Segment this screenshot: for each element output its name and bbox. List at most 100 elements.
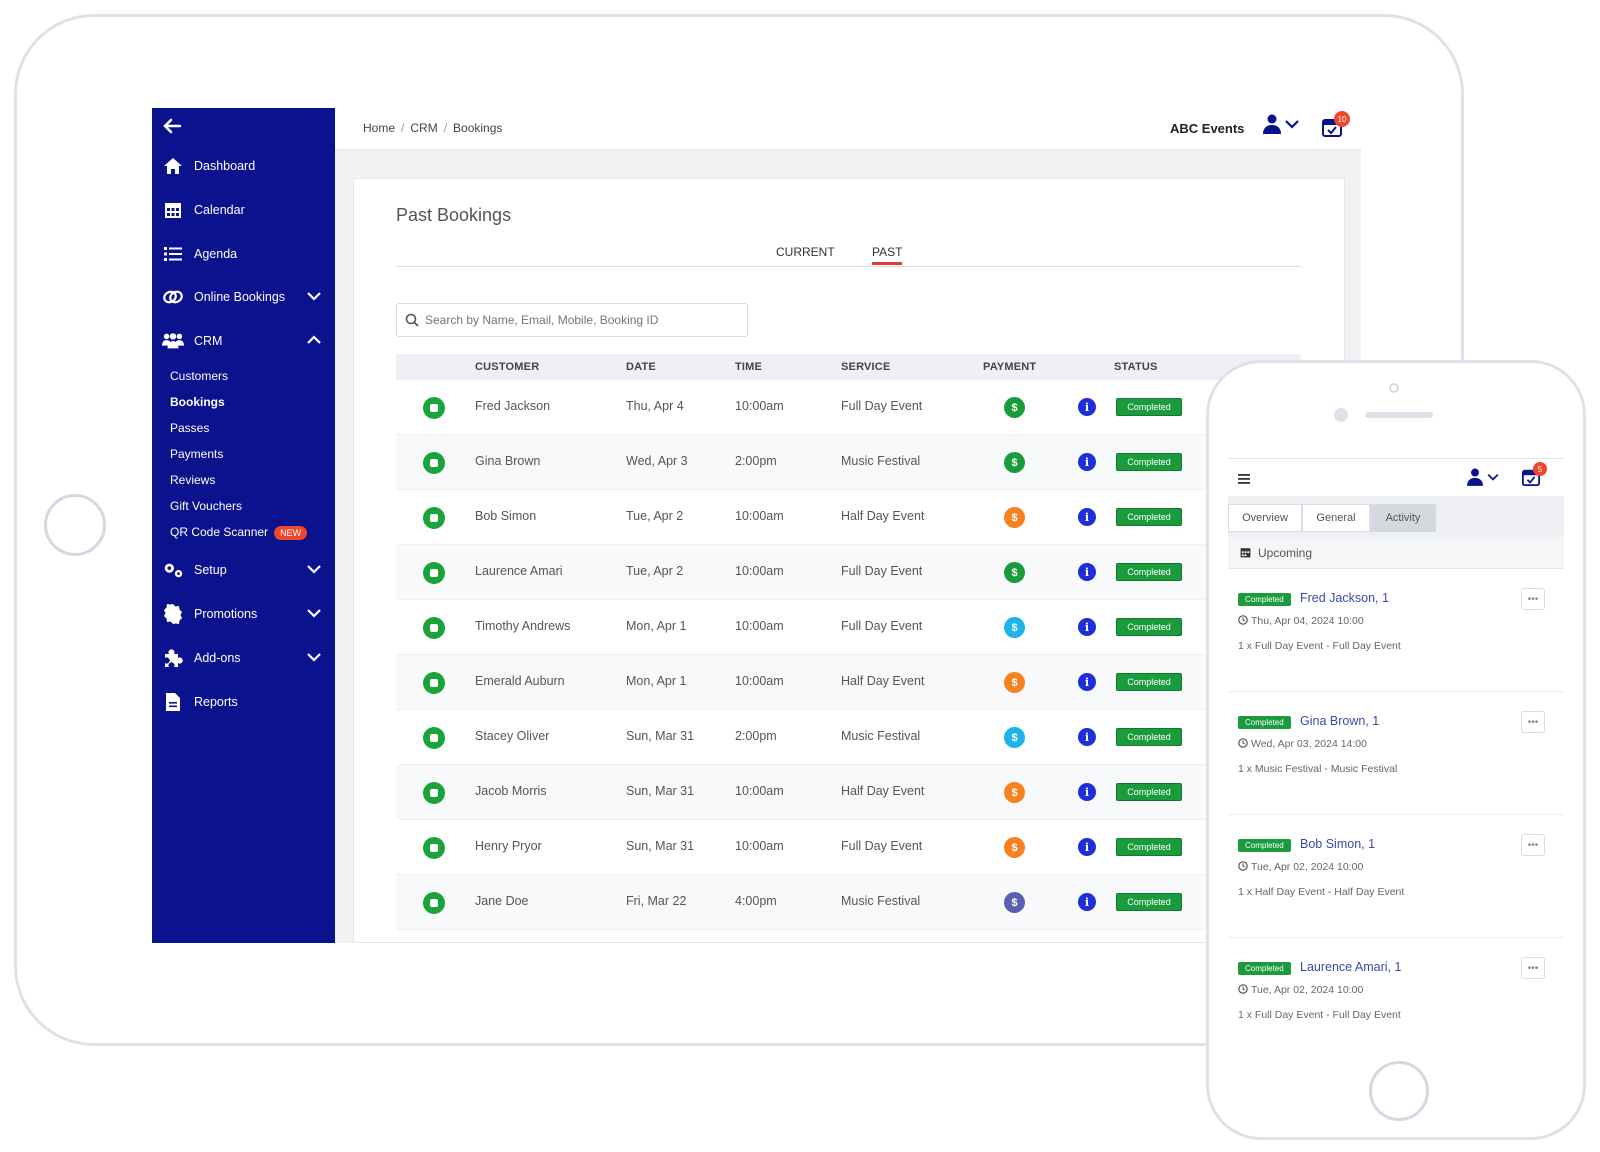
crm-sub-payments[interactable]: Payments — [170, 447, 223, 461]
column-header-status[interactable]: STATUS — [1114, 361, 1158, 373]
search-input[interactable] — [425, 313, 725, 327]
phone-calendar-notification-button[interactable]: 5 — [1522, 462, 1547, 491]
column-header-payment[interactable]: PAYMENT — [983, 361, 1036, 373]
table-row[interactable]: Jane Doe Fri, Mar 22 4:00pm Music Festival $… — [396, 875, 1301, 930]
crm-sub-reviews[interactable]: Reviews — [170, 473, 215, 487]
booking-status-icon[interactable] — [423, 782, 445, 804]
crm-sub-customers[interactable]: Customers — [170, 369, 228, 383]
status-badge: Completed — [1116, 453, 1182, 471]
tab-past[interactable]: PAST — [872, 245, 903, 265]
crm-sub-bookings[interactable]: Bookings — [170, 395, 225, 409]
sidebar-item-calendar[interactable]: Calendar — [152, 195, 335, 225]
crm-sub-passes[interactable]: Passes — [170, 421, 209, 435]
payment-dollar-icon[interactable]: $ — [1004, 397, 1025, 418]
payment-dollar-icon[interactable]: $ — [1004, 617, 1025, 638]
customer-name-link[interactable]: Bob Simon, 1 — [1300, 837, 1375, 851]
more-options-button[interactable]: ••• — [1521, 588, 1545, 610]
sidebar-item-dashboard[interactable]: Dashboard — [152, 151, 335, 181]
info-icon[interactable]: i — [1078, 893, 1096, 911]
sidebar-item-add-ons[interactable]: Add-ons — [152, 643, 335, 673]
crm-sub-qr-code-scanner[interactable]: QR Code Scanner NEW — [170, 525, 308, 540]
booking-status-icon[interactable] — [423, 452, 445, 474]
breadcrumb-home[interactable]: Home — [363, 121, 395, 135]
table-row[interactable]: Timothy Andrews Mon, Apr 1 10:00am Full Day… — [396, 600, 1301, 655]
booking-status-icon[interactable] — [423, 672, 445, 694]
payment-dollar-icon[interactable]: $ — [1004, 452, 1025, 473]
customer-cell[interactable]: Emerald Auburn — [475, 674, 565, 688]
booking-status-icon[interactable] — [423, 562, 445, 584]
customer-cell[interactable]: Laurence Amari — [475, 564, 563, 578]
customer-cell[interactable]: Fred Jackson — [475, 399, 550, 413]
payment-dollar-icon[interactable]: $ — [1004, 507, 1025, 528]
customer-cell[interactable]: Bob Simon — [475, 509, 536, 523]
customer-cell[interactable]: Timothy Andrews — [475, 619, 570, 633]
table-row[interactable]: Laurence Amari Tue, Apr 2 10:00am Full Day … — [396, 545, 1301, 600]
table-row[interactable]: Emerald Auburn Mon, Apr 1 10:00am Half Day … — [396, 655, 1301, 710]
payment-dollar-icon[interactable]: $ — [1004, 672, 1025, 693]
customer-cell[interactable]: Stacey Oliver — [475, 729, 549, 743]
booking-status-icon[interactable] — [423, 507, 445, 529]
column-header-time[interactable]: TIME — [735, 361, 762, 373]
more-options-button[interactable]: ••• — [1521, 957, 1545, 979]
payment-dollar-icon[interactable]: $ — [1004, 562, 1025, 583]
booking-status-icon[interactable] — [423, 892, 445, 914]
table-row[interactable]: Henry Pryor Sun, Mar 31 10:00am Full Day Ev… — [396, 820, 1301, 875]
payment-dollar-icon[interactable]: $ — [1004, 782, 1025, 803]
payment-dollar-icon[interactable]: $ — [1004, 727, 1025, 748]
table-row[interactable]: Stacey Oliver Sun, Mar 31 2:00pm Music Fest… — [396, 710, 1301, 765]
tab-current[interactable]: CURRENT — [776, 245, 835, 259]
info-icon[interactable]: i — [1078, 728, 1096, 746]
hamburger-menu-icon[interactable] — [1238, 471, 1250, 489]
customer-name-link[interactable]: Gina Brown, 1 — [1300, 714, 1379, 728]
info-icon[interactable]: i — [1078, 783, 1096, 801]
booking-status-icon[interactable] — [423, 727, 445, 749]
customer-cell[interactable]: Henry Pryor — [475, 839, 542, 853]
phone-user-menu-button[interactable] — [1467, 468, 1499, 486]
calendar-notification-button[interactable]: 10 — [1322, 111, 1350, 142]
customer-name-link[interactable]: Laurence Amari, 1 — [1300, 960, 1401, 974]
activity-item[interactable]: Completed Fred Jackson, 1 Thu, Apr 04, 202… — [1228, 569, 1564, 692]
sidebar-item-online-bookings[interactable]: Online Bookings — [152, 282, 335, 312]
customer-cell[interactable]: Gina Brown — [475, 454, 540, 468]
more-options-button[interactable]: ••• — [1521, 834, 1545, 856]
more-options-button[interactable]: ••• — [1521, 711, 1545, 733]
sidebar-item-crm[interactable]: CRM — [152, 326, 335, 356]
info-icon[interactable]: i — [1078, 508, 1096, 526]
payment-dollar-icon[interactable]: $ — [1004, 837, 1025, 858]
back-arrow-icon[interactable] — [162, 116, 182, 140]
sidebar-item-agenda[interactable]: Agenda — [152, 239, 335, 269]
service-cell: Half Day Event — [841, 784, 925, 798]
crm-sub-gift-vouchers[interactable]: Gift Vouchers — [170, 499, 242, 513]
activity-item[interactable]: Completed Laurence Amari, 1 Tue, Apr 02, 2… — [1228, 938, 1564, 1058]
tab-activity[interactable]: Activity — [1370, 504, 1436, 532]
customer-name-link[interactable]: Fred Jackson, 1 — [1300, 591, 1389, 605]
booking-status-icon[interactable] — [423, 397, 445, 419]
activity-item[interactable]: Completed Gina Brown, 1 Wed, Apr 03, 2024 … — [1228, 692, 1564, 815]
table-row[interactable]: Gina Brown Wed, Apr 3 2:00pm Music Festival… — [396, 435, 1301, 490]
activity-item[interactable]: Completed Bob Simon, 1 Tue, Apr 02, 2024 1… — [1228, 815, 1564, 938]
info-icon[interactable]: i — [1078, 563, 1096, 581]
column-header-customer[interactable]: CUSTOMER — [475, 361, 539, 373]
column-header-date[interactable]: DATE — [626, 361, 656, 373]
customer-cell[interactable]: Jane Doe — [475, 894, 529, 908]
info-icon[interactable]: i — [1078, 618, 1096, 636]
info-icon[interactable]: i — [1078, 673, 1096, 691]
user-menu-button[interactable] — [1263, 114, 1299, 134]
payment-dollar-icon[interactable]: $ — [1004, 892, 1025, 913]
info-icon[interactable]: i — [1078, 398, 1096, 416]
tab-general[interactable]: General — [1302, 504, 1370, 532]
customer-cell[interactable]: Jacob Morris — [475, 784, 547, 798]
booking-status-icon[interactable] — [423, 837, 445, 859]
sidebar-item-setup[interactable]: Setup — [152, 555, 335, 585]
column-header-service[interactable]: SERVICE — [841, 361, 891, 373]
sidebar-item-promotions[interactable]: Promotions — [152, 599, 335, 629]
info-icon[interactable]: i — [1078, 838, 1096, 856]
booking-status-icon[interactable] — [423, 617, 445, 639]
breadcrumb-crm[interactable]: CRM — [410, 121, 437, 135]
sidebar-item-reports[interactable]: Reports — [152, 687, 335, 717]
info-icon[interactable]: i — [1078, 453, 1096, 471]
table-row[interactable]: Jacob Morris Sun, Mar 31 10:00am Half Day E… — [396, 765, 1301, 820]
table-row[interactable]: Fred Jackson Thu, Apr 4 10:00am Full Day Ev… — [396, 380, 1301, 435]
tab-overview[interactable]: Overview — [1228, 504, 1302, 532]
table-row[interactable]: Bob Simon Tue, Apr 2 10:00am Half Day Event… — [396, 490, 1301, 545]
